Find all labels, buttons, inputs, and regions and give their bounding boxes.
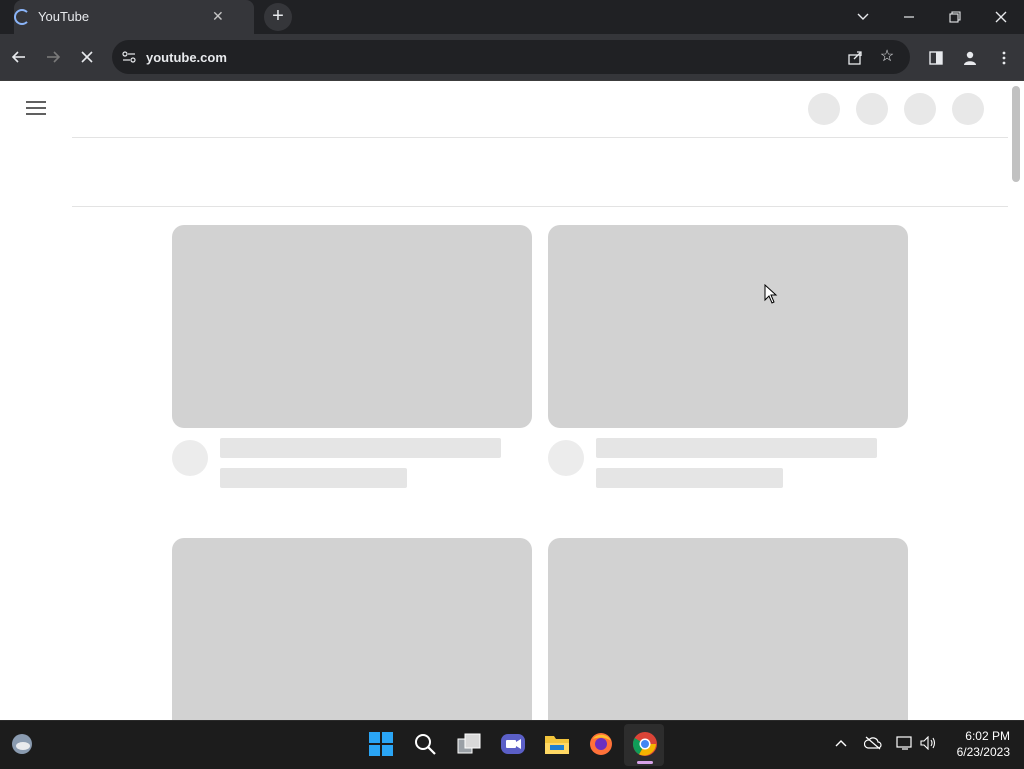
star-icon[interactable]: ☆ [877,48,897,68]
clock-date[interactable]: 6/23/2023 [950,745,1010,759]
video-thumbnail-placeholder[interactable] [548,225,908,428]
kebab-menu-icon[interactable] [994,48,1014,68]
mouse-cursor-icon [764,283,778,309]
url-text[interactable]: youtube.com [146,50,227,65]
cloud-offline-icon[interactable] [863,736,882,753]
side-panel-icon[interactable] [926,48,946,68]
task-view-icon[interactable] [456,731,482,757]
video-meta-placeholder [596,468,783,488]
share-icon[interactable] [845,48,865,68]
firefox-icon[interactable] [588,731,614,757]
active-app-indicator [637,761,653,764]
header-placeholder-circle [904,93,936,125]
file-explorer-icon[interactable] [544,731,570,757]
stop-loading-icon[interactable] [76,46,98,68]
minimize-icon[interactable] [897,6,921,28]
channel-avatar-placeholder [548,440,584,476]
tab-close-icon[interactable]: ✕ [212,8,224,25]
header-divider [72,137,1008,138]
video-meta-placeholder [220,468,407,488]
close-icon[interactable] [989,6,1013,28]
chip-bar-divider [72,206,1008,207]
chevron-down-icon[interactable] [851,6,875,28]
header-placeholder-circle [952,93,984,125]
back-arrow-icon[interactable] [8,46,30,68]
clock-time[interactable]: 6:02 PM [960,729,1010,743]
channel-avatar-placeholder [172,440,208,476]
chrome-icon[interactable] [632,731,658,757]
page-scrollbar[interactable] [1012,86,1020,182]
hamburger-menu-icon[interactable] [26,101,46,115]
chevron-up-icon[interactable] [834,736,848,753]
volume-icon[interactable] [920,735,938,753]
site-info-icon[interactable] [122,50,136,64]
video-call-icon[interactable] [500,731,526,757]
profile-icon[interactable] [960,48,980,68]
header-placeholder-circle [808,93,840,125]
header-placeholder-circle [856,93,888,125]
new-tab-button[interactable]: + [264,3,292,31]
weather-icon[interactable] [10,732,34,756]
video-title-placeholder [220,438,501,458]
network-icon[interactable] [896,736,914,753]
address-bar[interactable] [112,40,910,74]
video-title-placeholder [596,438,877,458]
windows-start-icon[interactable] [368,731,394,757]
loading-spinner-icon [14,9,30,25]
forward-arrow-icon[interactable] [42,46,64,68]
video-thumbnail-placeholder[interactable] [172,225,532,428]
restore-icon[interactable] [943,6,967,28]
search-icon[interactable] [412,731,438,757]
tab-title: YouTube [38,9,90,24]
video-thumbnail-placeholder[interactable] [172,538,532,720]
video-thumbnail-placeholder[interactable] [548,538,908,720]
